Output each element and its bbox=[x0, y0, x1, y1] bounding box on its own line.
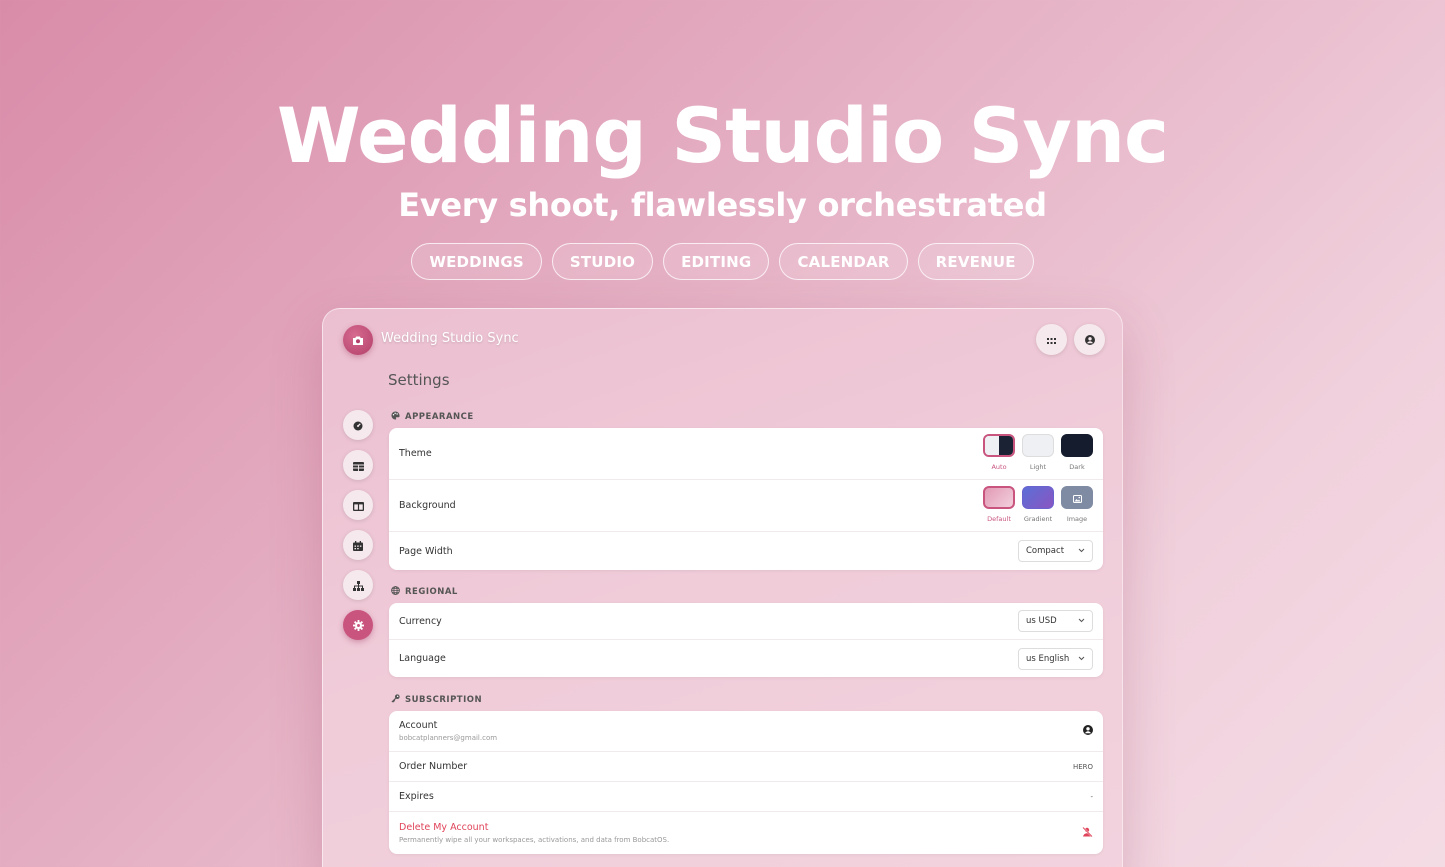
appearance-section-heading: APPEARANCE bbox=[391, 411, 474, 423]
profile-button[interactable] bbox=[1074, 324, 1105, 355]
account-email: bobcatplanners@gmail.com bbox=[399, 734, 498, 742]
subscription-card: Account bobcatplanners@gmail.com Order N… bbox=[389, 711, 1103, 854]
language-label: Language bbox=[399, 653, 446, 664]
theme-swatch-auto[interactable] bbox=[983, 434, 1015, 457]
theme-option-light[interactable]: Light bbox=[1022, 434, 1054, 471]
currency-label: Currency bbox=[399, 615, 442, 627]
expires-label: Expires bbox=[399, 791, 434, 802]
calendar-icon bbox=[353, 536, 363, 555]
delete-account-row[interactable]: Delete My Account Permanently wipe all y… bbox=[389, 812, 1103, 854]
currency-select[interactable]: us USD bbox=[1018, 610, 1093, 632]
sidebar-item-hierarchy[interactable] bbox=[343, 570, 373, 600]
table-icon bbox=[352, 456, 364, 475]
regional-card: Currency us USD Language us English bbox=[389, 603, 1103, 677]
delete-account-description: Permanently wipe all your workspaces, ac… bbox=[399, 836, 670, 844]
user-circle-icon[interactable] bbox=[1083, 725, 1093, 737]
image-icon bbox=[1072, 488, 1082, 507]
regional-section-heading: REGIONAL bbox=[391, 586, 458, 598]
columns-icon bbox=[352, 496, 364, 515]
currency-value: us USD bbox=[1026, 616, 1057, 626]
background-option-label: Gradient bbox=[1023, 515, 1053, 523]
order-number-value: HERO bbox=[1072, 762, 1093, 771]
sidebar-item-table[interactable] bbox=[343, 450, 373, 480]
camera-icon bbox=[352, 331, 364, 350]
page-title: Settings bbox=[388, 371, 450, 389]
background-option-image[interactable]: Image bbox=[1061, 486, 1093, 523]
sidebar-item-dashboard[interactable] bbox=[343, 410, 373, 440]
order-number-label: Order Number bbox=[399, 761, 468, 772]
background-option-gradient[interactable]: Gradient bbox=[1022, 486, 1054, 523]
theme-options: Auto Light Dark bbox=[983, 434, 1093, 471]
background-option-label: Default bbox=[987, 515, 1011, 523]
theme-option-label: Auto bbox=[991, 463, 1007, 471]
background-swatch-default[interactable] bbox=[983, 486, 1015, 509]
sidebar-item-settings[interactable] bbox=[343, 610, 373, 640]
order-number-row: Order Number HERO bbox=[389, 752, 1103, 782]
user-circle-icon bbox=[1084, 330, 1095, 349]
chevron-down-icon bbox=[1078, 546, 1085, 556]
chevron-down-icon bbox=[1078, 654, 1085, 664]
background-label: Background bbox=[399, 500, 456, 511]
globe-icon bbox=[391, 586, 400, 598]
palette-icon bbox=[391, 411, 400, 423]
dashboard-icon bbox=[353, 416, 363, 435]
theme-swatch-light[interactable] bbox=[1022, 434, 1054, 457]
hero-subtitle: Every shoot, flawlessly orchestrated bbox=[398, 186, 1047, 224]
pill-revenue: REVENUE bbox=[917, 243, 1034, 280]
delete-account-label[interactable]: Delete My Account bbox=[399, 822, 669, 833]
sidebar-item-columns[interactable] bbox=[343, 490, 373, 520]
language-select[interactable]: us English bbox=[1018, 647, 1093, 670]
page-width-select[interactable]: Compact bbox=[1018, 540, 1093, 562]
app-window: Wedding Studio Sync Settings APPEARANCE … bbox=[322, 308, 1123, 867]
background-row: Background Default Gradient Image bbox=[389, 480, 1103, 532]
app-logo[interactable] bbox=[343, 325, 373, 355]
background-swatch-gradient[interactable] bbox=[1022, 486, 1054, 509]
apps-grid-icon bbox=[1047, 330, 1056, 349]
page-width-label: Page Width bbox=[399, 545, 453, 557]
appearance-card: Theme Auto Light Dark Background Default… bbox=[389, 428, 1103, 570]
theme-swatch-dark[interactable] bbox=[1061, 434, 1093, 457]
background-options: Default Gradient Image bbox=[983, 486, 1093, 523]
apps-button[interactable] bbox=[1036, 324, 1067, 355]
app-title: Wedding Studio Sync bbox=[381, 331, 519, 346]
feature-pills: WEDDINGS STUDIO EDITING CALENDAR REVENUE bbox=[0, 243, 1445, 280]
page-width-row: Page Width Compact bbox=[389, 532, 1103, 570]
pill-studio: STUDIO bbox=[551, 243, 654, 280]
background-option-label: Image bbox=[1066, 515, 1088, 523]
language-value: us English bbox=[1026, 653, 1070, 664]
theme-option-dark[interactable]: Dark bbox=[1061, 434, 1093, 471]
pill-calendar: CALENDAR bbox=[779, 243, 908, 280]
background-swatch-image[interactable] bbox=[1061, 486, 1093, 509]
pill-weddings: WEDDINGS bbox=[411, 243, 542, 280]
chevron-down-icon bbox=[1078, 616, 1085, 626]
hero-title: Wedding Studio Sync bbox=[276, 91, 1169, 180]
theme-row: Theme Auto Light Dark bbox=[389, 428, 1103, 480]
language-row: Language us English bbox=[389, 640, 1103, 677]
page-width-value: Compact bbox=[1026, 546, 1065, 556]
hierarchy-icon bbox=[352, 576, 364, 595]
theme-label: Theme bbox=[399, 448, 432, 459]
account-label: Account bbox=[399, 720, 438, 731]
subscription-section-heading: SUBSCRIPTION bbox=[391, 694, 482, 706]
account-row: Account bobcatplanners@gmail.com bbox=[389, 711, 1103, 752]
sidebar-item-calendar[interactable] bbox=[343, 530, 373, 560]
theme-option-label: Light bbox=[1029, 463, 1047, 471]
expires-value: - bbox=[1090, 792, 1093, 801]
delete-user-icon[interactable] bbox=[1082, 826, 1093, 839]
background-option-default[interactable]: Default bbox=[983, 486, 1015, 523]
pill-editing: EDITING bbox=[663, 243, 770, 280]
theme-option-auto[interactable]: Auto bbox=[983, 434, 1015, 471]
expires-row: Expires - bbox=[389, 782, 1103, 812]
key-icon bbox=[391, 694, 400, 706]
currency-row: Currency us USD bbox=[389, 603, 1103, 640]
gear-icon bbox=[352, 616, 364, 635]
theme-option-label: Dark bbox=[1069, 463, 1085, 471]
